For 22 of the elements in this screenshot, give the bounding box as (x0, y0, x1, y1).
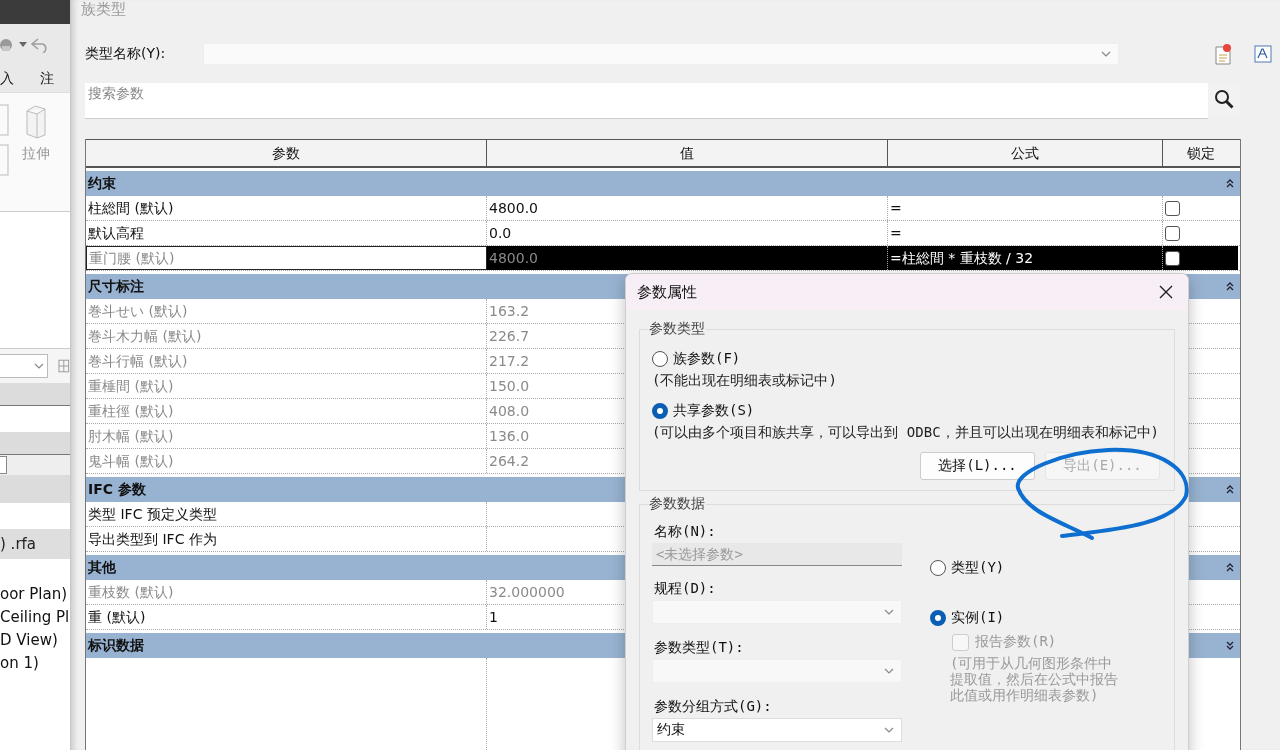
option-label: 族参数(F) (673, 350, 741, 368)
option-label: 共享参数(S) (673, 402, 755, 420)
option-label: 实例(I) (951, 609, 1005, 627)
checkbox-label: 报告参数(R) (975, 633, 1057, 651)
group-name: 其他 (88, 558, 116, 577)
field-label: 名称(N): (654, 522, 717, 541)
file-label: ) .rfa (0, 529, 70, 559)
dialog-title: 族类型 (81, 0, 127, 20)
group-name: IFC 参数 (88, 480, 146, 499)
group-label: 参数数据 (648, 495, 706, 513)
field-label: 参数类型(T): (654, 638, 745, 657)
field-label: 参数分组方式(G): (654, 697, 773, 716)
group-name: 尺寸标注 (88, 277, 144, 296)
option-hint: (不能出现在明细表或标记中) (652, 372, 838, 388)
option-label: 类型(Y) (951, 559, 1005, 577)
group-name: 标识数据 (88, 636, 144, 655)
dialog-title: 参数属性 (637, 282, 697, 302)
group-label: 参数类型 (648, 320, 706, 338)
field-label: 规程(D): (654, 579, 717, 598)
group-name: 约束 (88, 174, 116, 193)
field-label: 类型名称(Y): (85, 45, 167, 63)
option-hint: (可用于从几何图形条件中提取值，然后在公式中报告此值或用作明细表参数) (949, 655, 1119, 703)
